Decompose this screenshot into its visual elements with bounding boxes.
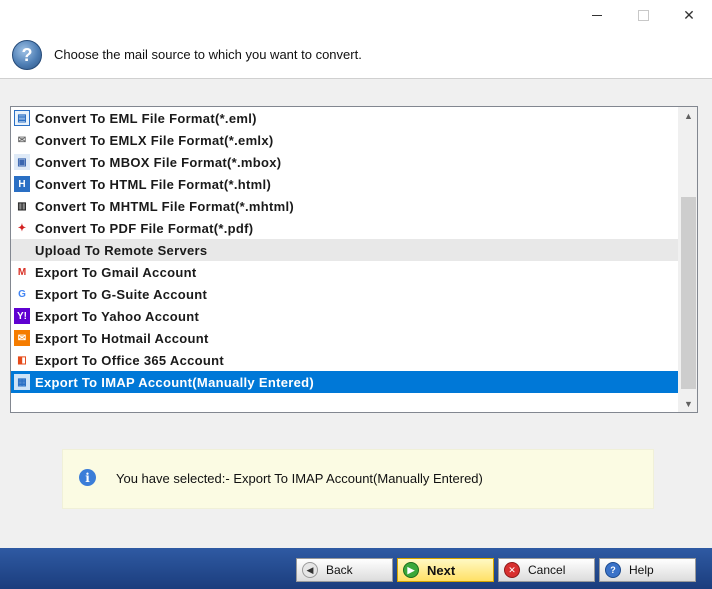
list-item[interactable]: ✉ Export To Hotmail Account <box>11 327 678 349</box>
list-item[interactable]: ▦ Export To IMAP Account(Manually Entered… <box>11 371 678 393</box>
list-item[interactable]: ◧ Export To Office 365 Account <box>11 349 678 371</box>
yahoo-icon: Y! <box>14 308 30 324</box>
imap-server-icon: ▦ <box>14 374 30 390</box>
scrollbar-thumb[interactable] <box>681 197 696 389</box>
next-arrow-icon: ▶ <box>403 562 419 578</box>
help-button[interactable]: ? Help <box>599 558 696 582</box>
list-item-label: Convert To EML File Format(*.eml) <box>35 110 257 126</box>
list-item[interactable]: ▥ Convert To MHTML File Format(*.mhtml) <box>11 195 678 217</box>
list-item-label: Export To Office 365 Account <box>35 352 224 368</box>
list-item[interactable]: G Export To G-Suite Account <box>11 283 678 305</box>
hotmail-icon: ✉ <box>14 330 30 346</box>
list-item[interactable]: M Export To Gmail Account <box>11 261 678 283</box>
scroll-down-icon[interactable]: ▼ <box>679 395 697 412</box>
list-item-label: Export To G-Suite Account <box>35 286 208 302</box>
header-instruction: Choose the mail source to which you want… <box>54 47 362 62</box>
selection-info-text: You have selected:- Export To IMAP Accou… <box>116 471 483 486</box>
list-item-label: Upload To Remote Servers <box>35 242 208 258</box>
wizard-header: ? Choose the mail source to which you wa… <box>0 30 712 78</box>
cancel-button-label: Cancel <box>528 563 566 577</box>
scroll-up-icon[interactable]: ▲ <box>679 107 697 124</box>
list-item[interactable]: ▤ Convert To EML File Format(*.eml) <box>11 107 678 129</box>
pdf-file-icon: ✦ <box>14 220 30 236</box>
title-bar: ✕ <box>0 0 712 30</box>
minimize-button[interactable] <box>574 0 620 30</box>
help-question-icon: ? <box>605 562 621 578</box>
list-item[interactable]: Y! Export To Yahoo Account <box>11 305 678 327</box>
html-file-icon: H <box>14 176 30 192</box>
list-item-label: Convert To EMLX File Format(*.emlx) <box>35 132 274 148</box>
help-button-label: Help <box>629 563 654 577</box>
mbox-file-icon: ▣ <box>14 154 30 170</box>
envelope-icon: ✉ <box>14 132 30 148</box>
close-button[interactable]: ✕ <box>666 0 712 30</box>
eml-file-icon: ▤ <box>14 110 30 126</box>
mhtml-file-icon: ▥ <box>14 198 30 214</box>
back-button-label: Back <box>326 563 353 577</box>
maximize-button[interactable] <box>620 0 666 30</box>
mail-source-list: ▤ Convert To EML File Format(*.eml) ✉ Conve… <box>11 107 678 393</box>
vertical-scrollbar[interactable]: ▲ ▼ <box>678 107 697 412</box>
list-group-header: Upload To Remote Servers <box>11 239 678 261</box>
next-button[interactable]: ▶ Next <box>397 558 494 582</box>
cancel-button[interactable]: ✕ Cancel <box>498 558 595 582</box>
list-item-label: Convert To MBOX File Format(*.mbox) <box>35 154 282 170</box>
list-item[interactable]: ✉ Convert To EMLX File Format(*.emlx) <box>11 129 678 151</box>
content-area: ▤ Convert To EML File Format(*.eml) ✉ Conve… <box>0 78 712 548</box>
list-item-label: Export To Yahoo Account <box>35 308 200 324</box>
button-bar: ◀ Back ▶ Next ✕ Cancel ? Help <box>0 548 712 589</box>
list-item[interactable]: H Convert To HTML File Format(*.html) <box>11 173 678 195</box>
help-icon: ? <box>12 40 42 70</box>
selection-info-panel: i You have selected:- Export To IMAP Acc… <box>62 449 654 509</box>
back-arrow-icon: ◀ <box>302 562 318 578</box>
blank-icon <box>14 242 30 258</box>
list-item-label: Convert To MHTML File Format(*.mhtml) <box>35 198 295 214</box>
list-item-label: Export To Gmail Account <box>35 264 197 280</box>
cancel-icon: ✕ <box>504 562 520 578</box>
next-button-label: Next <box>427 562 456 578</box>
office365-icon: ◧ <box>14 352 30 368</box>
close-icon: ✕ <box>683 6 695 23</box>
mail-source-listbox[interactable]: ▤ Convert To EML File Format(*.eml) ✉ Conve… <box>10 106 698 413</box>
back-button[interactable]: ◀ Back <box>296 558 393 582</box>
gmail-icon: M <box>14 264 30 280</box>
info-icon: i <box>79 469 96 486</box>
list-item-label: Export To IMAP Account(Manually Entered) <box>35 374 315 390</box>
list-item-label: Convert To HTML File Format(*.html) <box>35 176 272 192</box>
google-icon: G <box>14 286 30 302</box>
list-item[interactable]: ▣ Convert To MBOX File Format(*.mbox) <box>11 151 678 173</box>
list-item-label: Convert To PDF File Format(*.pdf) <box>35 220 254 236</box>
list-item[interactable]: ✦ Convert To PDF File Format(*.pdf) <box>11 217 678 239</box>
list-item-label: Export To Hotmail Account <box>35 330 209 346</box>
